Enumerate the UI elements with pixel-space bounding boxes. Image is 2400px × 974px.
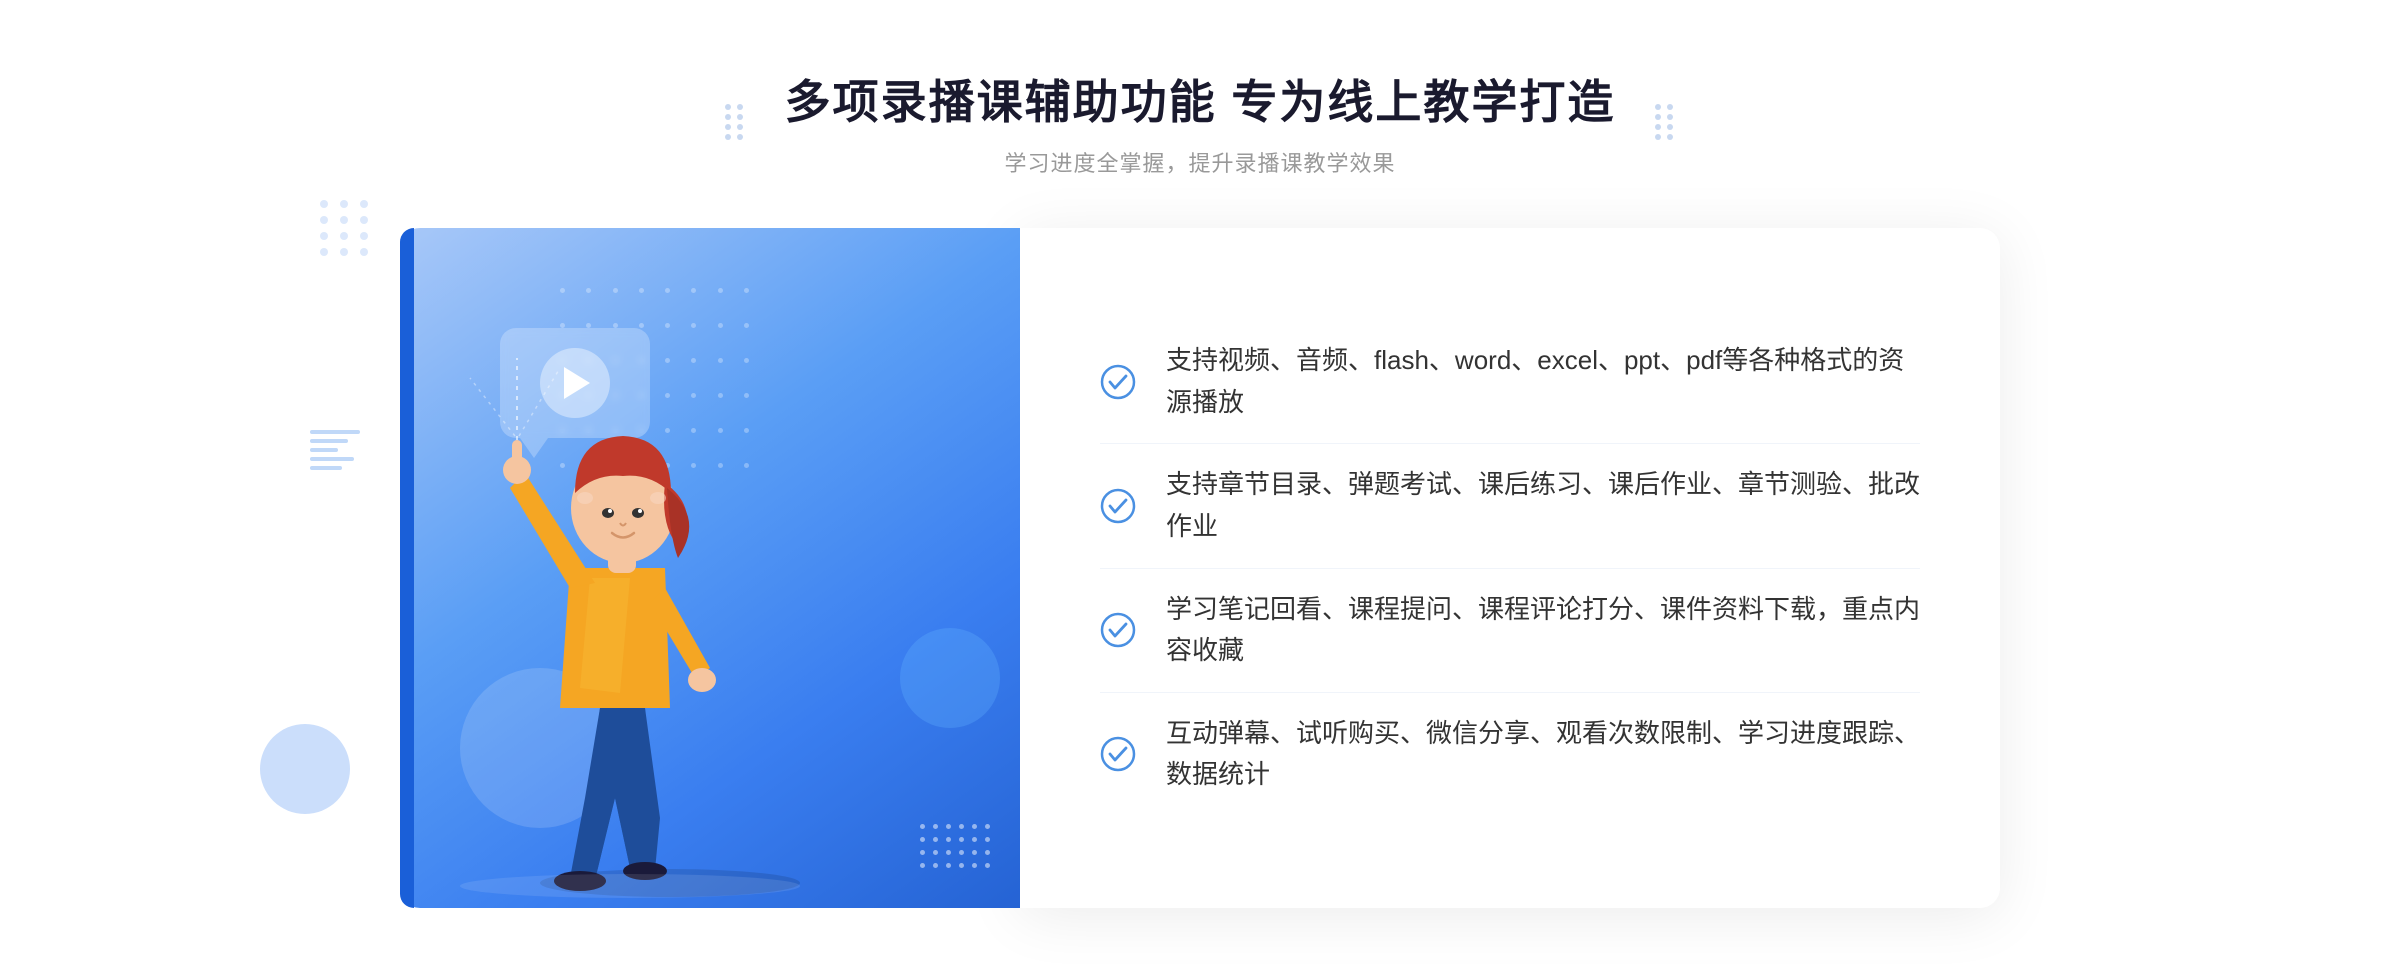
check-icon-1: [1100, 364, 1136, 400]
feature-item-2: 支持章节目录、弹题考试、课后练习、课后作业、章节测验、批改作业: [1100, 444, 1920, 568]
feature-item-4: 互动弹幕、试听购买、微信分享、观看次数限制、学习进度跟踪、数据统计: [1100, 693, 1920, 816]
features-list: 支持视频、音频、flash、word、excel、ppt、pdf等各种格式的资源…: [1100, 320, 1920, 816]
feature-text-2: 支持章节目录、弹题考试、课后练习、课后作业、章节测验、批改作业: [1166, 464, 1920, 547]
subtitle: 学习进度全掌握，提升录播课教学效果: [785, 146, 1616, 178]
check-icon-2: [1100, 488, 1136, 524]
character-illustration: [430, 308, 980, 908]
check-icon-3: [1100, 612, 1136, 648]
content-area: »: [400, 228, 2000, 908]
blue-circle-decoration: [260, 724, 350, 814]
feature-item-3: 学习笔记回看、课程提问、课程评论打分、课件资料下载，重点内容收藏: [1100, 569, 1920, 693]
header-section: 多项录播课辅助功能 专为线上教学打造 学习进度全掌握，提升录播课教学效果: [785, 66, 1616, 178]
feature-text-3: 学习笔记回看、课程提问、课程评论打分、课件资料下载，重点内容收藏: [1166, 589, 1920, 672]
features-panel: 支持视频、音频、flash、word、excel、ppt、pdf等各种格式的资源…: [1020, 228, 2000, 908]
check-icon-4: [1100, 736, 1136, 772]
illustration-panel: [400, 228, 1020, 908]
page-wrapper: 多项录播课辅助功能 专为线上教学打造 学习进度全掌握，提升录播课教学效果 »: [0, 0, 2400, 974]
feature-text-1: 支持视频、音频、flash、word、excel、ppt、pdf等各种格式的资源…: [1166, 340, 1920, 423]
main-title: 多项录播课辅助功能 专为线上教学打造: [785, 66, 1616, 132]
illustration-inner: [400, 228, 1020, 908]
page-dots-decoration: [320, 200, 372, 256]
header-dots-right: [1655, 104, 1675, 140]
feature-item-1: 支持视频、音频、flash、word、excel、ppt、pdf等各种格式的资源…: [1100, 320, 1920, 444]
feature-text-4: 互动弹幕、试听购买、微信分享、观看次数限制、学习进度跟踪、数据统计: [1166, 713, 1920, 796]
header-dots-left: [725, 104, 745, 140]
lines-decoration: [310, 430, 370, 470]
